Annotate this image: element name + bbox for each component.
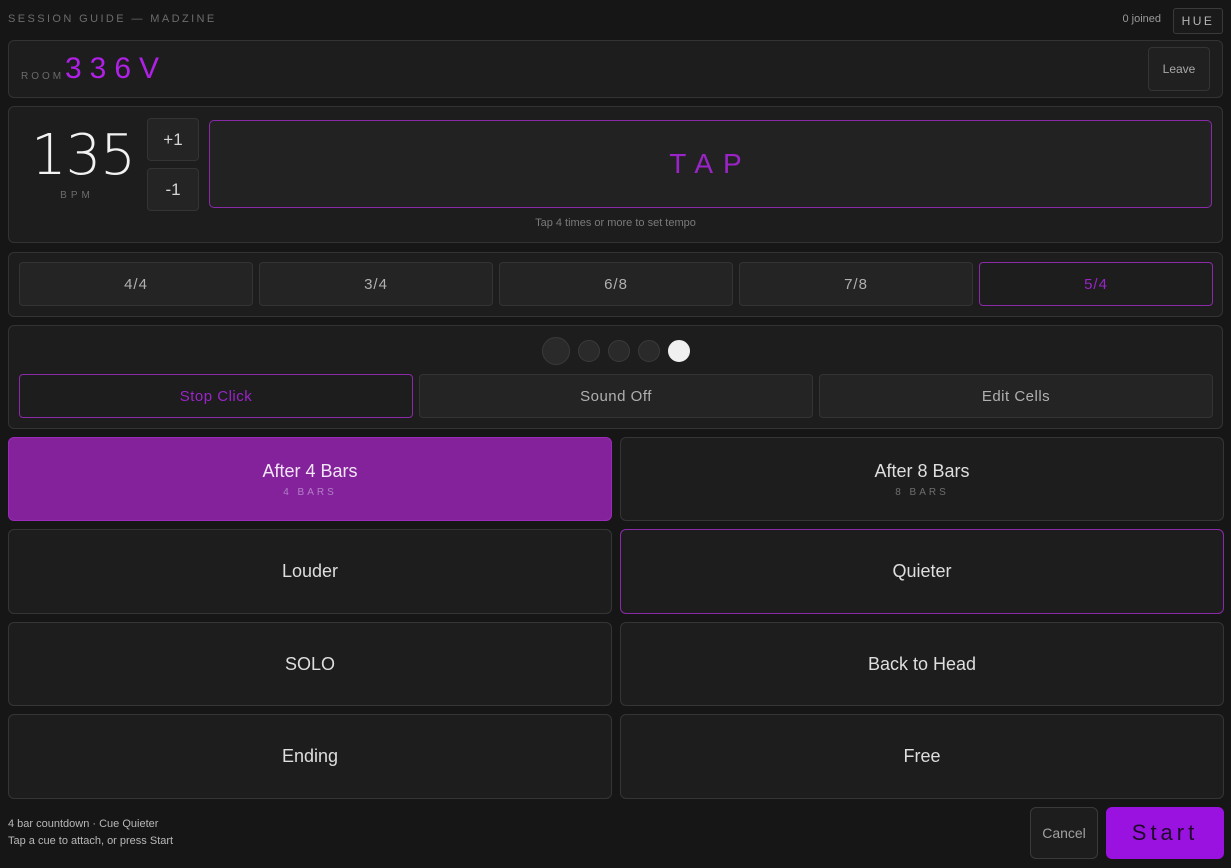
- cue-cell[interactable]: After 4 Bars 4 BARS: [8, 437, 612, 521]
- cue-cell[interactable]: After 8 Bars 8 BARS: [620, 437, 1224, 521]
- tap-hint: Tap 4 times or more to set tempo: [535, 217, 696, 229]
- sound-off-button[interactable]: Sound Off: [419, 374, 813, 418]
- time-signature-option[interactable]: 6/8: [499, 262, 733, 306]
- cue-name: After 8 Bars: [874, 460, 970, 481]
- cue-name: Free: [903, 746, 941, 766]
- cue-name: Quieter: [892, 561, 952, 581]
- click-panel: Stop Click Sound Off Edit Cells: [8, 325, 1223, 429]
- bpm-increment-button[interactable]: +1: [147, 118, 199, 161]
- hue-button[interactable]: HUE: [1173, 8, 1223, 34]
- room-code: 336V: [65, 52, 168, 85]
- cue-cell[interactable]: Ending: [8, 714, 612, 799]
- edit-cells-button[interactable]: Edit Cells: [819, 374, 1213, 418]
- cue-name: Louder: [281, 561, 339, 581]
- beat-indicator: [578, 340, 600, 362]
- bpm-unit-label: BPM: [60, 190, 94, 201]
- bpm-decrement-button[interactable]: -1: [147, 168, 199, 211]
- cue-name: After 4 Bars: [262, 460, 358, 481]
- bpm-value: 135: [31, 123, 136, 188]
- time-signature-panel: 4/4 3/4 6/8 7/8 5/4: [8, 252, 1223, 317]
- time-signature-option[interactable]: 4/4: [19, 262, 253, 306]
- top-bar: SESSION GUIDE — MADZINE 0 joined HUE: [8, 8, 1223, 34]
- status-hint: Tap a cue to attach, or press Start: [8, 835, 174, 847]
- room-label: ROOM: [21, 71, 65, 82]
- cancel-button[interactable]: Cancel: [1030, 807, 1098, 859]
- time-signature-option[interactable]: 7/8: [739, 262, 973, 306]
- beat-indicator: [638, 340, 660, 362]
- session-guide-app: SESSION GUIDE — MADZINE 0 joined HUE ROO…: [0, 0, 1231, 868]
- cue-name: Ending: [281, 746, 339, 766]
- app-title: SESSION GUIDE — MADZINE: [8, 13, 217, 25]
- beat-indicator: [608, 340, 630, 362]
- room-panel: ROOM 336V Leave: [8, 40, 1223, 98]
- beat-indicator: [542, 337, 570, 365]
- cue-sub: 4 BARS: [283, 486, 337, 498]
- cue-cell[interactable]: SOLO: [8, 622, 612, 706]
- cue-name: Back to Head: [867, 653, 977, 674]
- tempo-panel: 135 BPM +1 -1 TAP Tap 4 times or more to…: [8, 106, 1223, 243]
- cue-sub: 8 BARS: [895, 486, 949, 498]
- time-signature-option[interactable]: 3/4: [259, 262, 493, 306]
- status-line: 4 bar countdown · Cue Quieter: [8, 818, 159, 830]
- start-button[interactable]: Start: [1106, 807, 1224, 859]
- leave-button[interactable]: Leave: [1148, 47, 1210, 91]
- time-signature-option[interactable]: 5/4: [979, 262, 1213, 306]
- cue-name: SOLO: [284, 653, 336, 674]
- cue-cell[interactable]: Quieter: [620, 529, 1224, 614]
- stop-click-button[interactable]: Stop Click: [19, 374, 413, 418]
- tap-tempo-button[interactable]: TAP: [209, 120, 1212, 208]
- cue-cell[interactable]: Free: [620, 714, 1224, 799]
- cue-cell[interactable]: Louder: [8, 529, 612, 614]
- joined-count: 0 joined: [1122, 13, 1161, 25]
- beat-indicator: [668, 340, 690, 362]
- cue-cell[interactable]: Back to Head: [620, 622, 1224, 706]
